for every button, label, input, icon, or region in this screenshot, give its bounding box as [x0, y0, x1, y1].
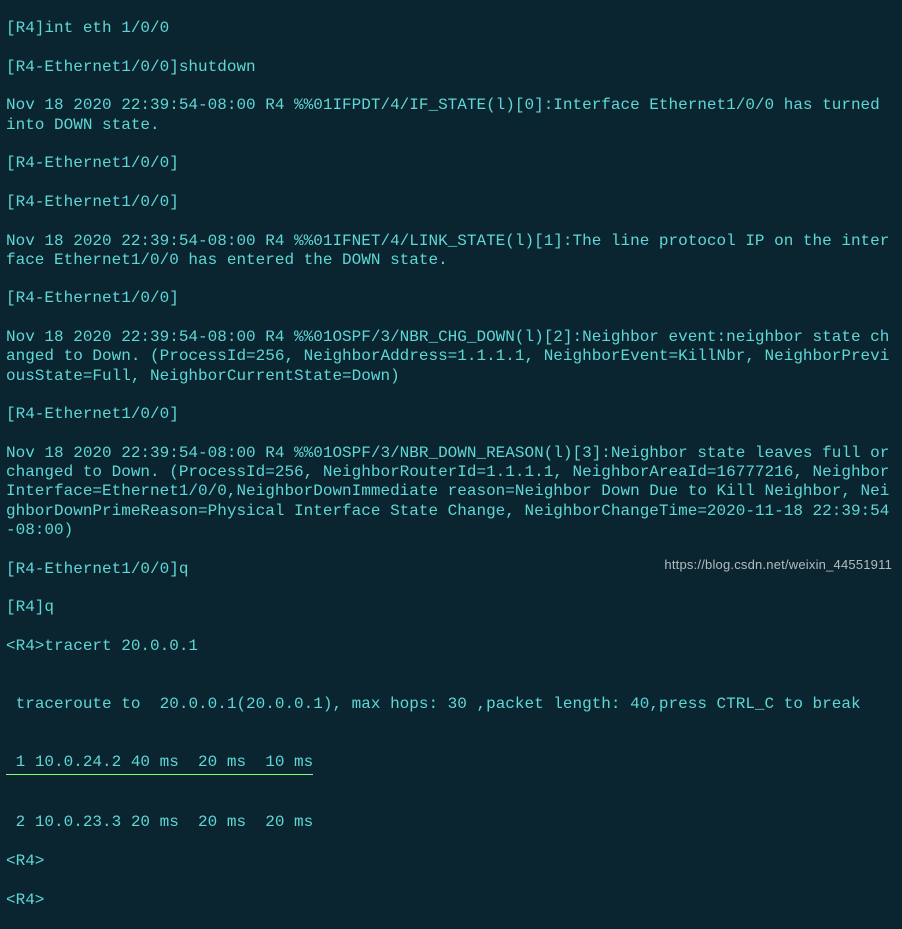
watermark-text: https://blog.csdn.net/weixin_44551911	[664, 555, 892, 574]
traceroute-hop-1: 1 10.0.24.2 40 ms 20 ms 10 ms	[6, 753, 894, 775]
cli-prompt: <R4>	[6, 891, 894, 910]
cli-line: [R4-Ethernet1/0/0]	[6, 193, 894, 212]
cli-line: [R4-Ethernet1/0/0]shutdown	[6, 58, 894, 77]
terminal-output[interactable]: [R4]int eth 1/0/0 [R4-Ethernet1/0/0]shut…	[0, 0, 902, 929]
traceroute-hop-1-text: 1 10.0.24.2 40 ms 20 ms 10 ms	[6, 753, 313, 775]
cli-line: <R4>tracert 20.0.0.1	[6, 637, 894, 656]
cli-line: [R4]int eth 1/0/0	[6, 19, 894, 38]
cli-line: [R4-Ethernet1/0/0]	[6, 405, 894, 424]
cli-line: [R4-Ethernet1/0/0]	[6, 289, 894, 308]
cli-line: Nov 18 2020 22:39:54-08:00 R4 %%01OSPF/3…	[6, 444, 894, 540]
cli-prompt: <R4>	[6, 852, 894, 871]
cli-line: Nov 18 2020 22:39:54-08:00 R4 %%01IFPDT/…	[6, 96, 894, 135]
cli-line: Nov 18 2020 22:39:54-08:00 R4 %%01IFNET/…	[6, 232, 894, 271]
cli-line: Nov 18 2020 22:39:54-08:00 R4 %%01OSPF/3…	[6, 328, 894, 386]
cli-line: [R4-Ethernet1/0/0]	[6, 154, 894, 173]
cli-line: [R4]q	[6, 598, 894, 617]
traceroute-hop-2: 2 10.0.23.3 20 ms 20 ms 20 ms	[6, 813, 894, 832]
cli-line: traceroute to 20.0.0.1(20.0.0.1), max ho…	[6, 695, 894, 714]
